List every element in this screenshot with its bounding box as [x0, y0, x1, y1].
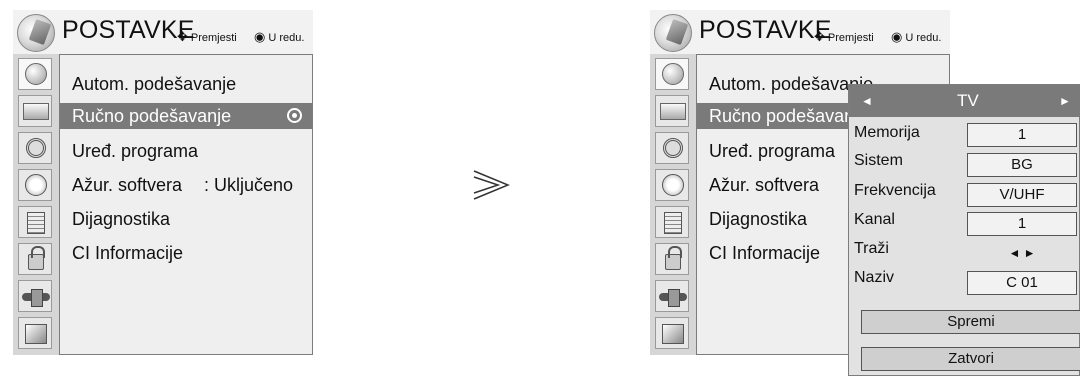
- option-icon[interactable]: [18, 206, 52, 238]
- setup-logo-icon: [17, 14, 55, 52]
- time-icon[interactable]: [655, 169, 689, 201]
- memory-label: Memorija: [854, 124, 920, 141]
- audio-icon[interactable]: [655, 132, 689, 164]
- setup-menu-left: POSTAVKE ✥ Premjesti ◉ U redu. Autom. pode…: [13, 10, 313, 355]
- menu-item-label: Uređ. programa: [709, 141, 836, 161]
- usb-icon[interactable]: [18, 317, 52, 349]
- menu-header: POSTAVKE ✥ Premjesti ◉ U redu.: [13, 10, 313, 54]
- menu-items: Autom. podešavanje Ručno podešavanje Ure…: [59, 54, 313, 355]
- move-arrows-icon: ✥: [814, 29, 825, 44]
- menu-title: POSTAVKE: [62, 16, 195, 44]
- lock-icon[interactable]: [655, 243, 689, 275]
- input-icon[interactable]: [655, 280, 689, 312]
- category-sidebar: [650, 54, 696, 355]
- menu-item-label: Ažur. softvera: [709, 175, 820, 195]
- move-arrows-icon: ✥: [177, 29, 188, 44]
- audio-icon[interactable]: [18, 132, 52, 164]
- menu-item-label: Dijagnostika: [72, 209, 171, 229]
- menu-item-ci-info[interactable]: CI Informacije: [60, 240, 312, 266]
- move-hint-label: Premjesti: [827, 32, 874, 44]
- ok-button-icon: ◉: [891, 29, 903, 44]
- menu-item-label: Uređ. programa: [72, 141, 199, 161]
- frequency-label: Frekvencija: [854, 182, 936, 199]
- search-arrows-icon[interactable]: ◄ ►: [967, 246, 1077, 260]
- frequency-field[interactable]: V/UHF: [967, 183, 1077, 207]
- menu-item-label: CI Informacije: [72, 243, 184, 263]
- input-icon[interactable]: [18, 280, 52, 312]
- menu-item-label: Autom. podešavanje: [72, 74, 237, 94]
- usb-icon[interactable]: [655, 317, 689, 349]
- menu-item-program-edit[interactable]: Uređ. programa: [60, 138, 312, 164]
- picture-icon[interactable]: [655, 95, 689, 127]
- popup-header: ◄ TV ►: [849, 85, 1080, 117]
- ok-hint: ◉ U redu.: [254, 29, 304, 45]
- popup-title: TV: [957, 91, 979, 110]
- option-icon[interactable]: [655, 206, 689, 238]
- ok-hint-label: U redu.: [268, 32, 305, 44]
- ok-indicator-icon: [287, 108, 302, 123]
- channel-label: Kanal: [854, 211, 895, 228]
- menu-item-manual-tuning[interactable]: Ručno podešavanje: [60, 103, 312, 129]
- lock-icon[interactable]: [18, 243, 52, 275]
- setup-icon[interactable]: [655, 58, 689, 90]
- menu-item-label: Dijagnostika: [709, 209, 808, 229]
- menu-item-software-update[interactable]: Ažur. softvera : Uključeno: [60, 172, 312, 198]
- move-hint: ✥ Premjesti: [814, 29, 874, 45]
- save-button[interactable]: Spremi: [861, 310, 1080, 334]
- menu-header: POSTAVKE ✥ Premjesti ◉ U redu.: [650, 10, 950, 54]
- ok-button-icon: ◉: [254, 29, 266, 44]
- menu-item-label: Ažur. softvera: [72, 175, 183, 195]
- software-update-value: : Uključeno: [204, 175, 294, 195]
- picture-icon[interactable]: [18, 95, 52, 127]
- menu-item-label: Ručno podešavanje: [709, 106, 869, 126]
- channel-field[interactable]: 1: [967, 212, 1077, 236]
- menu-item-auto-tuning[interactable]: Autom. podešavanje: [60, 71, 312, 97]
- time-icon[interactable]: [18, 169, 52, 201]
- close-button[interactable]: Zatvori: [861, 347, 1080, 371]
- system-label: Sistem: [854, 152, 903, 169]
- menu-item-diagnostics[interactable]: Dijagnostika: [60, 206, 312, 232]
- menu-title: POSTAVKE: [699, 16, 832, 44]
- name-label: Naziv: [854, 269, 895, 286]
- menu-item-label: CI Informacije: [709, 243, 821, 263]
- ok-hint: ◉ U redu.: [891, 29, 941, 45]
- manual-tuning-popup: ◄ TV ► Memorija 1 Sistem BG Frekvencija …: [848, 84, 1080, 376]
- ok-hint-label: U redu.: [905, 32, 942, 44]
- transition-arrow-icon: [473, 170, 510, 200]
- previous-arrow-icon[interactable]: ◄: [861, 94, 873, 108]
- setup-icon[interactable]: [18, 58, 52, 90]
- move-hint: ✥ Premjesti: [177, 29, 237, 45]
- search-label: Traži: [854, 240, 889, 257]
- memory-field[interactable]: 1: [967, 123, 1077, 147]
- category-sidebar: [13, 54, 59, 355]
- move-hint-label: Premjesti: [190, 32, 237, 44]
- menu-item-label: Ručno podešavanje: [72, 106, 232, 126]
- setup-logo-icon: [654, 14, 692, 52]
- system-field[interactable]: BG: [967, 153, 1077, 177]
- next-arrow-icon[interactable]: ►: [1059, 94, 1071, 108]
- name-field[interactable]: C 01: [967, 271, 1077, 295]
